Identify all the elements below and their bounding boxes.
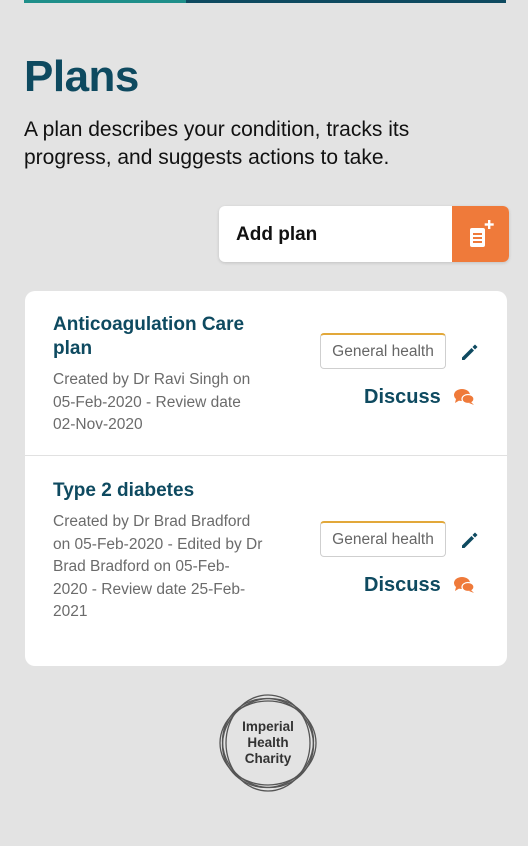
add-plan-label: Add plan	[236, 224, 318, 245]
discuss-button[interactable]: Discuss	[364, 384, 484, 410]
discuss-label: Discuss	[364, 573, 441, 596]
page-title: Plans	[24, 52, 139, 101]
chat-bubbles-icon	[453, 389, 475, 405]
plan-item[interactable]: Anticoagulation Care plan Created by Dr …	[25, 291, 507, 456]
plan-category-tag: General health	[320, 521, 446, 557]
plan-meta: Created by Dr Ravi Singh on 05-Feb-2020 …	[53, 371, 251, 433]
add-plan-button[interactable]: Add plan	[219, 206, 509, 262]
discuss-label: Discuss	[364, 385, 441, 408]
progress-segment	[186, 0, 506, 3]
plan-category-tag: General health	[320, 333, 446, 369]
charity-logo-line: Health	[247, 735, 289, 750]
add-plan-icon-box	[452, 206, 509, 262]
charity-logo-text: Imperial Health Charity	[212, 719, 324, 767]
progress-segment-active	[24, 0, 186, 3]
plan-title[interactable]: Anticoagulation Care plan	[53, 313, 253, 361]
charity-logo-line: Imperial	[242, 719, 294, 734]
add-document-icon	[469, 220, 494, 247]
pencil-icon[interactable]	[459, 530, 479, 550]
imperial-health-charity-logo: Imperial Health Charity	[212, 689, 324, 797]
charity-logo-line: Charity	[244, 751, 292, 766]
page-description: A plan describes your condition, tracks …	[24, 118, 410, 169]
pencil-icon[interactable]	[459, 342, 479, 362]
plan-item[interactable]: Type 2 diabetes Created by Dr Brad Bradf…	[25, 456, 507, 666]
chat-bubbles-icon	[453, 577, 475, 593]
plan-title[interactable]: Type 2 diabetes	[53, 479, 253, 503]
plans-list: Anticoagulation Care plan Created by Dr …	[25, 291, 507, 666]
plan-meta: Created by Dr Brad Bradford on 05-Feb-20…	[53, 513, 263, 620]
top-progress-strip	[0, 0, 528, 3]
discuss-button[interactable]: Discuss	[364, 572, 484, 598]
